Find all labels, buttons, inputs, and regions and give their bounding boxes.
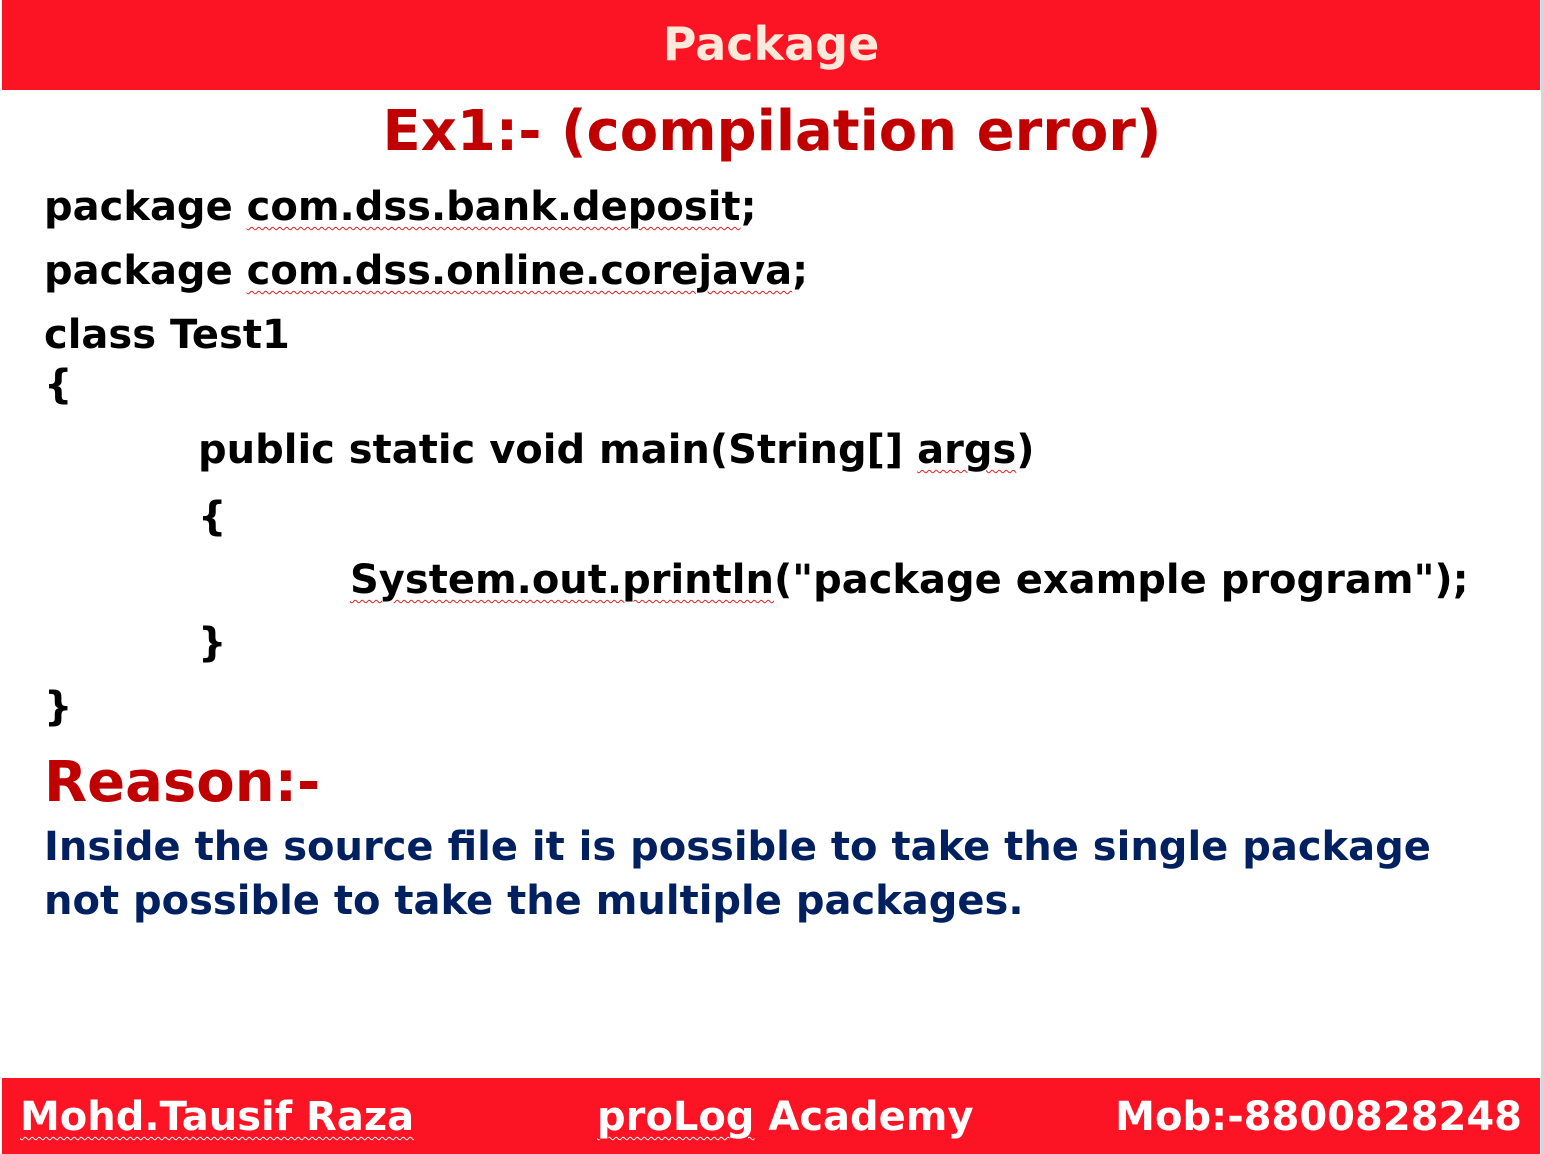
slide: Package Ex1:- (compilation error) packag…: [0, 0, 1544, 1154]
reason-line-2: not possible to take the multiple packag…: [44, 878, 1024, 924]
code-keyword: package: [44, 184, 247, 230]
footer-academy-name: proLog: [597, 1094, 755, 1140]
footer-author: Mohd.Tausif Raza: [20, 1094, 415, 1140]
code-args: args: [917, 427, 1017, 473]
reason-line-1: Inside the source file it is possible to…: [44, 824, 1431, 870]
code-line-open-brace: {: [44, 362, 73, 408]
header-bar: Package: [2, 0, 1540, 90]
footer-mobile: Mob:-8800828248: [1115, 1094, 1522, 1140]
code-line-class: class Test1: [44, 312, 290, 358]
footer-academy-suffix: Academy: [754, 1094, 974, 1140]
footer-bar: Mohd.Tausif Raza proLog Academy Mob:-880…: [2, 1078, 1540, 1154]
code-println-args: ("package example program");: [773, 557, 1469, 603]
code-line-main-method: public static void main(String[] args): [198, 425, 1035, 475]
code-package-name: com.dss.bank.deposit: [246, 184, 741, 230]
code-line-method-open-brace: {: [198, 494, 227, 540]
code-line-package-1: package com.dss.bank.deposit;: [44, 182, 757, 232]
example-title: Ex1:- (compilation error): [382, 99, 1162, 164]
footer-academy: proLog Academy: [597, 1092, 974, 1142]
reason-text: Inside the source file it is possible to…: [44, 820, 1431, 928]
reason-heading: Reason:-: [44, 750, 321, 815]
code-paren: ): [1016, 427, 1035, 473]
code-line-println: System.out.println("package example prog…: [350, 555, 1469, 605]
code-package-name: com.dss.online.corejava: [246, 248, 793, 294]
code-println-call: System.out.println: [350, 557, 774, 603]
code-keyword: package: [44, 248, 247, 294]
slide-title: Package: [662, 17, 880, 71]
code-line-package-2: package com.dss.online.corejava;: [44, 246, 808, 296]
code-line-method-close-brace: }: [198, 620, 227, 666]
code-semicolon: ;: [740, 184, 757, 230]
code-main-signature: public static void main(String[]: [198, 427, 918, 473]
code-semicolon: ;: [792, 248, 809, 294]
code-line-close-brace: }: [44, 684, 73, 730]
